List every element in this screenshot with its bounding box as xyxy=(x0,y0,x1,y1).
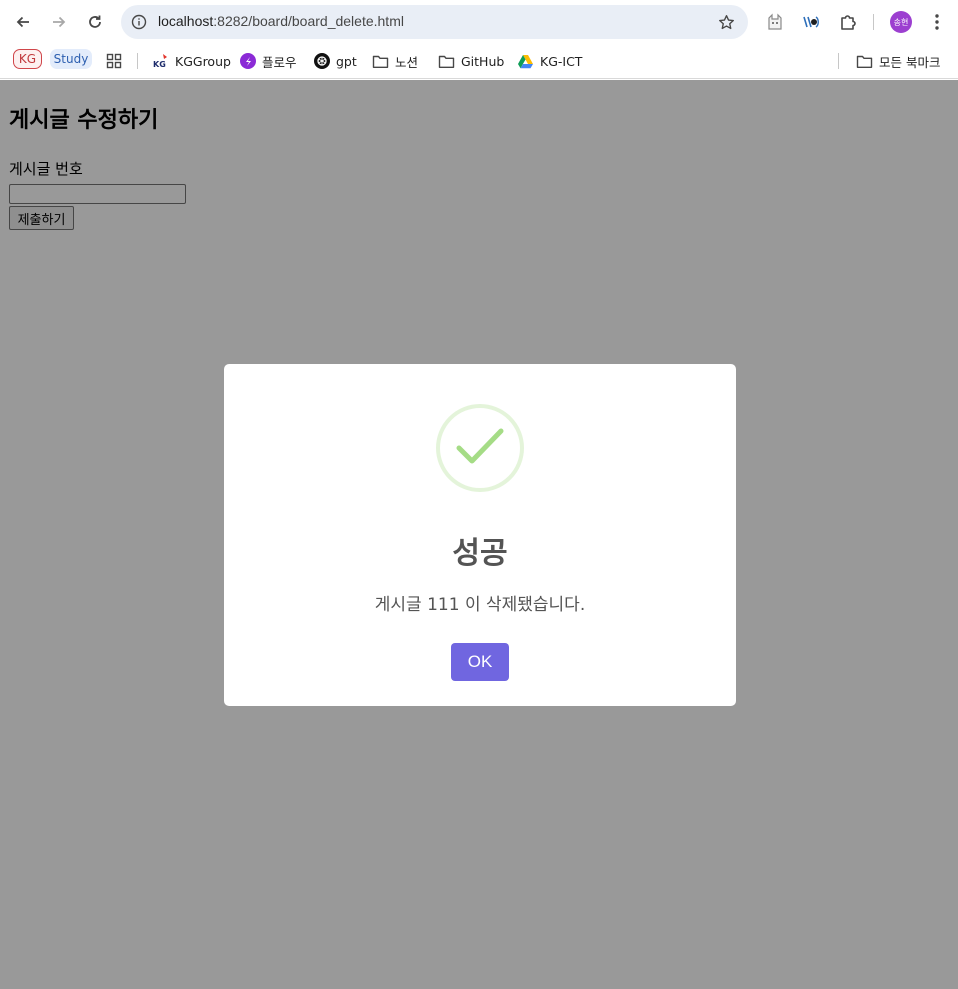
success-dialog: 성공 게시글 111 이 삭제됐습니다. OK xyxy=(224,364,736,706)
folder-icon xyxy=(372,55,389,68)
reload-icon xyxy=(89,15,101,28)
bookmark-label: 노션 xyxy=(395,54,419,70)
forward-button[interactable] xyxy=(45,8,73,36)
google-drive-icon xyxy=(518,54,533,68)
kg-logo-icon: KG xyxy=(153,54,167,69)
more-menu-icon[interactable] xyxy=(926,10,948,34)
apps-grid-icon xyxy=(106,53,122,69)
bookmark-star-icon[interactable] xyxy=(716,12,736,32)
browser-toolbar: localhost:8282/board/board_delete.html 송… xyxy=(0,0,958,44)
openai-logo-icon xyxy=(314,53,330,69)
url-text[interactable]: localhost:8282/board/board_delete.html xyxy=(158,13,404,29)
bookmarks-bar: KG Study KG KGGroup 플로우 gpt 노션 GitHub KG… xyxy=(0,44,958,79)
bookmark-label: KG-ICT xyxy=(540,53,583,69)
reload-button[interactable] xyxy=(81,8,109,36)
back-button[interactable] xyxy=(9,8,37,36)
bookmark-chip-study[interactable]: Study xyxy=(50,49,92,69)
bookmark-flow[interactable]: 플로우 xyxy=(240,49,297,73)
flow-logo-icon xyxy=(240,53,256,69)
profile-avatar[interactable]: 송현 xyxy=(890,11,912,33)
all-bookmarks-label: 모든 북마크 xyxy=(879,54,941,70)
dialog-title: 성공 xyxy=(452,536,508,571)
bookmarks-separator xyxy=(137,53,138,69)
folder-icon xyxy=(438,55,455,68)
extensions-puzzle-icon[interactable] xyxy=(836,10,860,34)
arrow-left-icon xyxy=(16,16,29,28)
apps-grid-button[interactable] xyxy=(106,49,128,73)
folder-icon xyxy=(856,55,873,68)
url-host: localhost xyxy=(158,13,214,29)
site-info-icon[interactable] xyxy=(129,12,149,32)
bookmark-label: KGGroup xyxy=(175,53,231,69)
extension-wave-icon[interactable] xyxy=(799,10,823,34)
bookmark-kggroup[interactable]: KG KGGroup xyxy=(153,49,231,73)
url-path: :8282/board/board_delete.html xyxy=(213,13,404,29)
bookmark-label: GitHub xyxy=(461,53,505,69)
bookmark-label: 플로우 xyxy=(262,54,297,70)
bookmark-folder-notion[interactable]: 노션 xyxy=(372,49,418,73)
toolbar-separator xyxy=(873,14,874,30)
bookmark-kg-ict[interactable]: KG-ICT xyxy=(517,49,582,73)
address-bar[interactable]: localhost:8282/board/board_delete.html xyxy=(121,5,748,39)
svg-text:KG: KG xyxy=(153,60,166,69)
bookmark-gpt[interactable]: gpt xyxy=(314,49,357,73)
bookmark-chip-kg[interactable]: KG xyxy=(13,49,42,69)
bookmark-label: gpt xyxy=(336,53,357,69)
extension-cat-icon[interactable] xyxy=(763,10,787,34)
success-check-icon xyxy=(436,404,524,492)
dialog-message: 게시글 111 이 삭제됐습니다. xyxy=(374,595,586,615)
bookmarks-separator-right xyxy=(838,53,839,69)
bookmark-folder-github[interactable]: GitHub xyxy=(438,49,504,73)
all-bookmarks-folder[interactable]: 모든 북마크 xyxy=(856,49,940,73)
ok-button[interactable]: OK xyxy=(451,643,509,681)
arrow-right-icon xyxy=(53,16,66,28)
